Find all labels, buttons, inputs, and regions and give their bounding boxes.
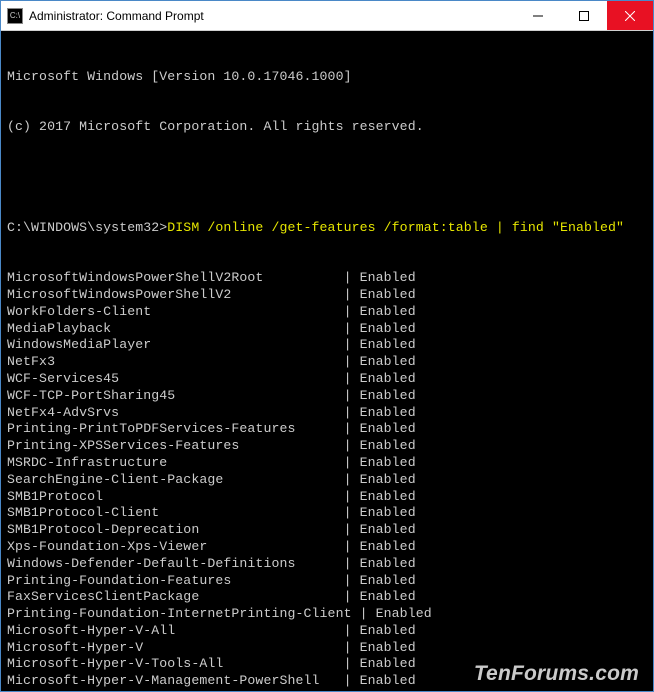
feature-row: NetFx3 | Enabled bbox=[7, 354, 647, 371]
minimize-button[interactable] bbox=[515, 1, 561, 30]
feature-row: SMB1Protocol-Deprecation | Enabled bbox=[7, 522, 647, 539]
cmd-icon: C:\ bbox=[7, 8, 23, 24]
feature-row: Printing-Foundation-InternetPrinting-Cli… bbox=[7, 606, 647, 623]
command-text: DISM /online /get-features /format:table… bbox=[167, 220, 624, 237]
feature-row: SMB1Protocol | Enabled bbox=[7, 489, 647, 506]
feature-row: Printing-XPSServices-Features | Enabled bbox=[7, 438, 647, 455]
feature-row: Printing-PrintToPDFServices-Features | E… bbox=[7, 421, 647, 438]
command-line: C:\WINDOWS\system32>DISM /online /get-fe… bbox=[7, 220, 647, 237]
feature-row: MicrosoftWindowsPowerShellV2 | Enabled bbox=[7, 287, 647, 304]
feature-row: FaxServicesClientPackage | Enabled bbox=[7, 589, 647, 606]
titlebar[interactable]: C:\ Administrator: Command Prompt bbox=[1, 1, 653, 31]
copyright-line: (c) 2017 Microsoft Corporation. All righ… bbox=[7, 119, 647, 136]
feature-row: Xps-Foundation-Xps-Viewer | Enabled bbox=[7, 539, 647, 556]
feature-row: MicrosoftWindowsPowerShellV2Root | Enabl… bbox=[7, 270, 647, 287]
terminal-output[interactable]: Microsoft Windows [Version 10.0.17046.10… bbox=[1, 31, 653, 691]
window-controls bbox=[515, 1, 653, 30]
feature-row: WCF-Services45 | Enabled bbox=[7, 371, 647, 388]
feature-row: Microsoft-Hyper-V-All | Enabled bbox=[7, 623, 647, 640]
feature-row: WindowsMediaPlayer | Enabled bbox=[7, 337, 647, 354]
feature-row: MediaPlayback | Enabled bbox=[7, 321, 647, 338]
feature-row: Microsoft-Hyper-V-Management-Clients | E… bbox=[7, 690, 647, 691]
feature-row: NetFx4-AdvSrvs | Enabled bbox=[7, 405, 647, 422]
window-title: Administrator: Command Prompt bbox=[29, 9, 515, 23]
version-line: Microsoft Windows [Version 10.0.17046.10… bbox=[7, 69, 647, 86]
feature-row: Printing-Foundation-Features | Enabled bbox=[7, 573, 647, 590]
blank-line bbox=[7, 169, 647, 186]
feature-row: SearchEngine-Client-Package | Enabled bbox=[7, 472, 647, 489]
close-button[interactable] bbox=[607, 1, 653, 30]
feature-row: Windows-Defender-Default-Definitions | E… bbox=[7, 556, 647, 573]
prompt: C:\WINDOWS\system32> bbox=[7, 220, 167, 237]
feature-row: WCF-TCP-PortSharing45 | Enabled bbox=[7, 388, 647, 405]
maximize-button[interactable] bbox=[561, 1, 607, 30]
watermark: TenForums.com bbox=[474, 666, 639, 683]
feature-row: SMB1Protocol-Client | Enabled bbox=[7, 505, 647, 522]
feature-row: WorkFolders-Client | Enabled bbox=[7, 304, 647, 321]
feature-row: Microsoft-Hyper-V | Enabled bbox=[7, 640, 647, 657]
feature-row: MSRDC-Infrastructure | Enabled bbox=[7, 455, 647, 472]
command-prompt-window: C:\ Administrator: Command Prompt Micros… bbox=[0, 0, 654, 692]
